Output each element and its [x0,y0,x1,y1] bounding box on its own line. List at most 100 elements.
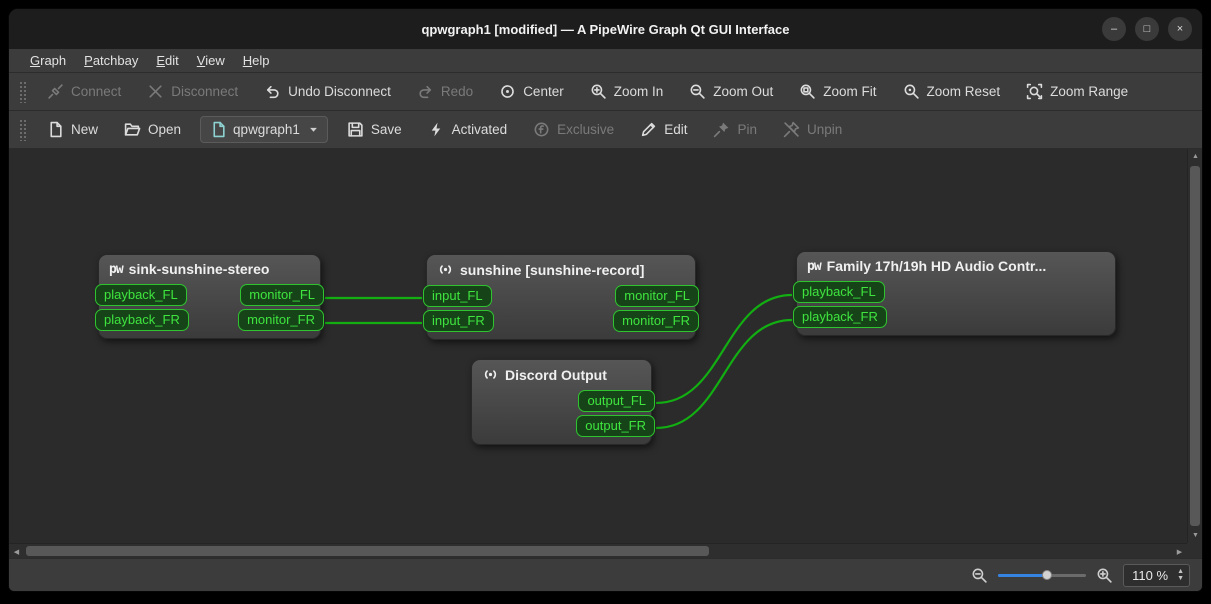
toolbar-button-zoom-out[interactable]: Zoom Out [676,78,786,105]
window-title: qpwgraph1 [modified] — A PipeWire Graph … [421,21,790,37]
window-controls: – □ × [1102,9,1192,49]
zoom-out-icon [689,83,706,100]
node-sunshine[interactable]: sunshine [sunshine-record] input_FL monito… [423,254,699,340]
toolbar-button-disconnect[interactable]: Disconnect [134,78,251,105]
patchbay-toolbar: New Open qpwgraph1 Save Activated Exclusive Ed… [9,111,1202,149]
toolbar-button-unpin[interactable]: Unpin [770,116,855,143]
toolbar-label-unpin: Unpin [806,122,843,137]
node-sink-sunshine-stereo[interactable]: pw sink-sunshine-stereo playback_FL monitor… [95,254,324,339]
port-sunshine-monitor_FL[interactable]: monitor_FL [615,285,699,307]
zoom-in-icon [590,83,607,100]
horizontal-scrollbar[interactable]: ◀ ▶ [9,543,1187,558]
toolbar-button-zoom-range[interactable]: Zoom Range [1013,78,1141,105]
toolbar-button-exclusive[interactable]: Exclusive [520,116,627,143]
toolbar-button-activated[interactable]: Activated [415,116,521,143]
toolbar-label-save: Save [370,122,402,137]
disconnect-icon [147,83,164,100]
titlebar: qpwgraph1 [modified] — A PipeWire Graph … [9,9,1202,49]
toolbar-button-pin[interactable]: Pin [700,116,770,143]
port-spacer [468,390,478,412]
toolbar-button-undo-disconnect[interactable]: Undo Disconnect [251,78,404,105]
zoom-reset-icon [903,83,920,100]
toolbar-button-new[interactable]: New [34,116,111,143]
new-file-icon [47,121,64,138]
scroll-right-icon[interactable]: ▶ [1172,544,1187,559]
port-family-audio-playback_FR[interactable]: playback_FR [793,306,887,328]
audio-icon [482,366,499,383]
graph-toolbar: Connect Disconnect Undo Disconnect Redo Cent… [9,73,1202,111]
port-sink-sunshine-stereo-monitor_FL[interactable]: monitor_FL [240,284,324,306]
zoom-fit-icon [799,83,816,100]
menu-item-graph[interactable]: Graph [21,51,75,70]
port-family-audio-playback_FL[interactable]: playback_FL [793,281,885,303]
toolbar-button-center[interactable]: Center [486,78,577,105]
toolbar-label-zoom-in: Zoom In [613,84,664,99]
file-icon [210,121,227,138]
toolbar-button-edit[interactable]: Edit [627,116,700,143]
node-title-text: sink-sunshine-stereo [128,261,270,277]
toolbar-label-patchbay-select: Open [148,122,182,137]
toolbar-label-disconnect: Disconnect [171,84,239,99]
toolbar-button-save[interactable]: Save [334,116,415,143]
exclusive-icon [533,121,550,138]
maximize-icon: □ [1143,23,1151,35]
port-sunshine-input_FL[interactable]: input_FL [423,285,492,307]
port-discord-output-output_FL[interactable]: output_FL [578,390,655,412]
port-sunshine-input_FR[interactable]: input_FR [423,310,494,332]
toolbar-label-center: Center [523,84,564,99]
port-discord-output-output_FR[interactable]: output_FR [576,415,655,437]
node-title-text: Family 17h/19h HD Audio Contr... [826,258,1047,274]
toolbar-button-current-patchbay[interactable]: qpwgraph1 [200,116,328,143]
menubar: Graph Patchbay Edit View Help [9,49,1202,73]
minimize-button[interactable]: – [1102,17,1126,41]
node-title-sunshine: sunshine [sunshine-record] [427,255,695,282]
scroll-down-icon[interactable]: ▼ [1188,528,1202,543]
menu-item-help[interactable]: Help [234,51,279,70]
toolbar-button-redo[interactable]: Redo [404,78,486,105]
menu-item-edit[interactable]: Edit [147,51,187,70]
horizontal-scroll-thumb[interactable] [26,546,710,556]
node-discord-output[interactable]: Discord Output output_FL output_FR [468,359,655,445]
vertical-scrollbar[interactable]: ▲ ▼ [1187,149,1202,543]
zoom-slider-handle[interactable] [1041,570,1052,580]
toolbar-drag-handle[interactable] [19,80,26,103]
spin-up-icon[interactable]: ▲ [1174,568,1187,575]
scrollbar-corner [1187,543,1202,558]
toolbar-button-zoom-in[interactable]: Zoom In [577,78,677,105]
scroll-up-icon[interactable]: ▲ [1188,149,1202,164]
port-sunshine-monitor_FR[interactable]: monitor_FR [613,310,699,332]
toolbar-button-connect[interactable]: Connect [34,78,134,105]
redo-icon [417,83,434,100]
spin-down-icon[interactable]: ▼ [1174,575,1187,582]
toolbar-button-patchbay-select[interactable]: Open [111,116,194,143]
menu-item-view[interactable]: View [188,51,234,70]
maximize-button[interactable]: □ [1135,17,1159,41]
toolbar-label-new: New [71,122,99,137]
scroll-left-icon[interactable]: ◀ [9,544,24,559]
zoom-out-button[interactable] [971,567,988,584]
port-sink-sunshine-stereo-playback_FL[interactable]: playback_FL [95,284,187,306]
toolbar-button-zoom-fit[interactable]: Zoom Fit [786,78,889,105]
app-window: qpwgraph1 [modified] — A PipeWire Graph … [8,8,1203,592]
zoom-slider[interactable] [998,567,1087,583]
menu-item-patchbay[interactable]: Patchbay [75,51,147,70]
port-sink-sunshine-stereo-monitor_FR[interactable]: monitor_FR [238,309,324,331]
toolbar-label-zoom-out: Zoom Out [713,84,774,99]
connect-icon [47,83,64,100]
toolbar-button-zoom-reset[interactable]: Zoom Reset [890,78,1014,105]
port-sink-sunshine-stereo-playback_FR[interactable]: playback_FR [95,309,189,331]
node-family-audio[interactable]: pw Family 17h/19h HD Audio Contr... playba… [793,251,1116,336]
graph-canvas[interactable]: pw sink-sunshine-stereo playback_FL monitor… [9,149,1187,543]
zoom-in-button[interactable] [1096,567,1113,584]
zoom-value: 110 % [1132,567,1169,583]
pin-icon [713,121,730,138]
activated-icon [428,121,445,138]
close-icon: × [1176,23,1184,35]
close-button[interactable]: × [1168,17,1192,41]
statusbar: 110 % ▲ ▼ [9,558,1202,591]
zoom-spinbox[interactable]: 110 % ▲ ▼ [1123,563,1190,587]
vertical-scroll-thumb[interactable] [1190,166,1200,526]
node-title-family-audio: pw Family 17h/19h HD Audio Contr... [797,252,1115,278]
toolbar-drag-handle[interactable] [19,118,26,141]
zoom-range-icon [1026,83,1043,100]
